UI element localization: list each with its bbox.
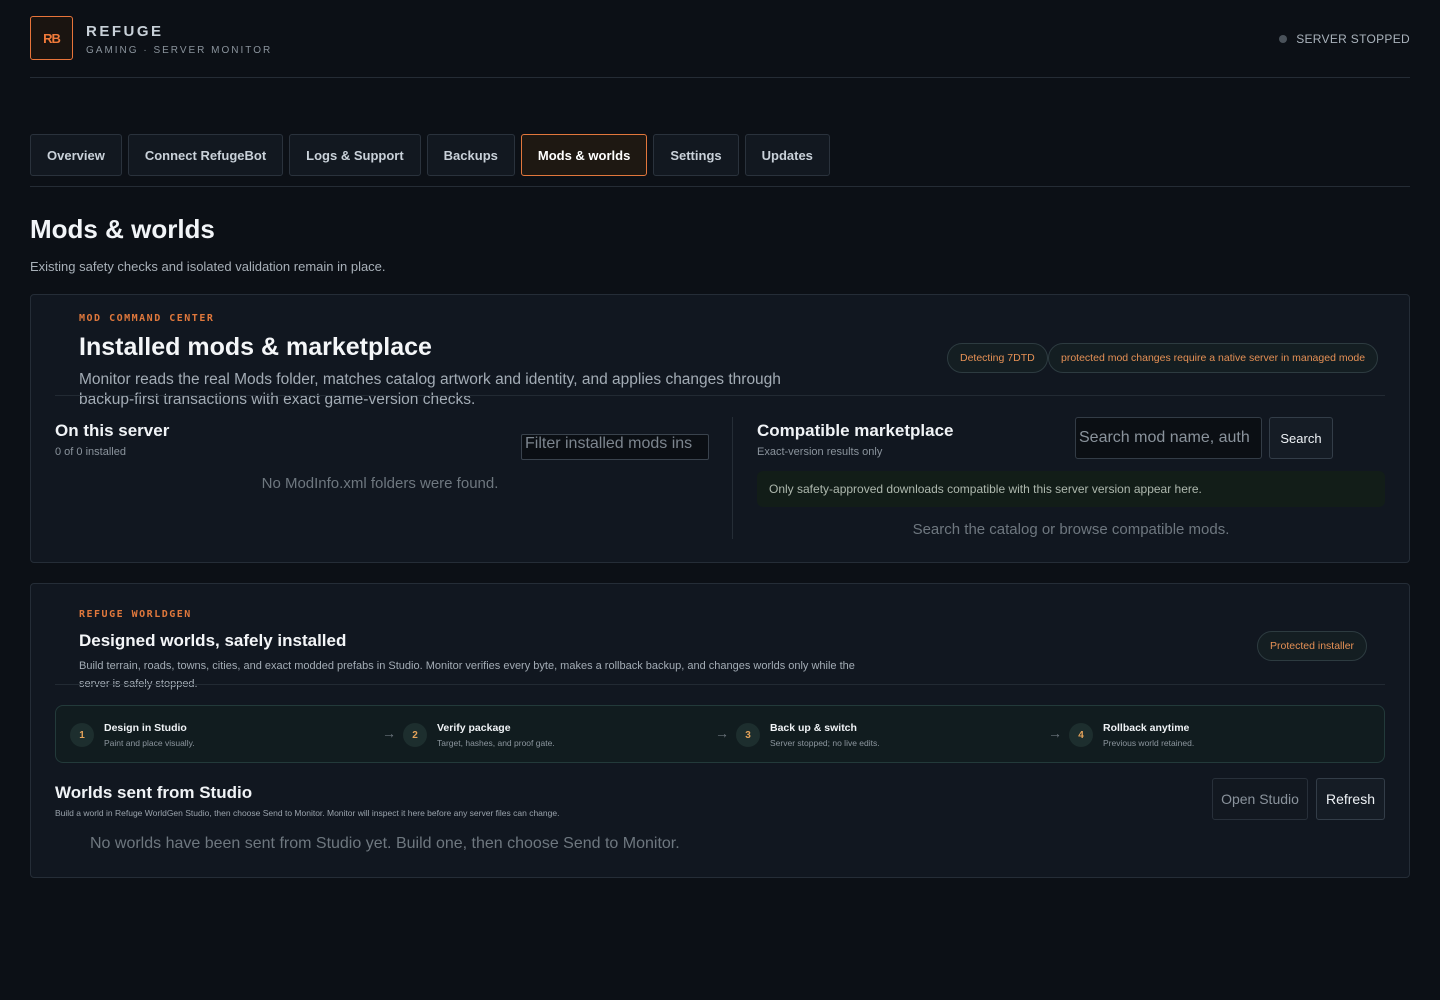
step-design: 1 Design in Studio Paint and place visua… [70,706,195,764]
status-dot-icon [1279,35,1288,43]
arrow-right-icon: → [715,725,729,741]
filter-installed-input[interactable]: Filter installed mods ins [521,434,709,460]
step-title: Rollback anytime [1103,722,1190,734]
worldgen-card: REFUGE WORLDGEN Designed worlds, safely … [30,583,1410,878]
worldgen-eyebrow: REFUGE WORLDGEN [79,609,192,620]
marketplace-notice: Only safety-approved downloads compatibl… [757,471,1385,507]
protected-changes-pill: protected mod changes require a native s… [1048,343,1379,373]
detect-game-pill: Detecting 7DTD [947,343,1048,373]
brand-title: REFUGE [86,23,164,40]
tab-updates[interactable]: Updates [744,134,830,176]
tab-settings[interactable]: Settings [653,134,739,176]
worlds-title: Worlds sent from Studio [55,783,253,802]
mods-divider [55,395,1385,396]
step-number: 4 [1069,723,1093,747]
installed-count: 0 of 0 installed [55,446,126,458]
open-studio-button[interactable]: Open Studio [1212,778,1308,820]
installed-title: On this server [55,421,170,440]
step-rollback: 4 Rollback anytime Previous world retain… [1069,706,1194,764]
mods-eyebrow: MOD COMMAND CENTER [79,313,215,324]
step-backup: 3 Back up & switch Server stopped; no li… [736,706,880,764]
worldgen-divider [55,684,1385,685]
logo: RB [30,16,73,60]
step-number: 3 [736,723,760,747]
marketplace-empty: Search the catalog or browse compatible … [912,521,1230,538]
tab-backups[interactable]: Backups [426,134,515,176]
marketplace-subtitle: Exact-version results only [757,446,883,458]
page-subtitle: Existing safety checks and isolated vali… [30,259,386,274]
step-subtitle: Server stopped; no live edits. [770,738,880,748]
app-header: RB REFUGE GAMING · SERVER MONITOR SERVER… [30,16,1410,78]
status-text: SERVER STOPPED [1296,32,1410,46]
step-number: 2 [403,723,427,747]
tab-overview[interactable]: Overview [30,134,122,176]
arrow-right-icon: → [382,725,396,741]
mod-command-center-card: MOD COMMAND CENTER Installed mods & mark… [30,294,1410,563]
marketplace-title: Compatible marketplace [757,421,954,440]
tab-mods-worlds[interactable]: Mods & worlds [520,134,648,176]
tab-logs-support[interactable]: Logs & Support [289,134,421,176]
brand-subtitle: GAMING · SERVER MONITOR [86,45,273,56]
worlds-empty: No worlds have been sent from Studio yet… [90,835,680,852]
worldgen-description: Build terrain, roads, towns, cities, and… [79,660,855,690]
search-button[interactable]: Search [1269,417,1333,459]
tab-connect-refugebot[interactable]: Connect RefugeBot [127,134,284,176]
step-number: 1 [70,723,94,747]
tab-bar: Overview Connect RefugeBot Logs & Suppor… [30,134,1410,187]
step-subtitle: Target, hashes, and proof gate. [437,738,555,748]
step-verify: 2 Verify package Target, hashes, and pro… [403,706,555,764]
step-title: Verify package [437,722,511,734]
worldgen-title: Designed worlds, safely installed [79,631,347,650]
search-mod-input[interactable]: Search mod name, auth [1075,417,1262,459]
step-title: Back up & switch [770,722,857,734]
mods-description: Monitor reads the real Mods folder, matc… [79,371,781,409]
column-divider [732,417,733,539]
install-steps: 1 Design in Studio Paint and place visua… [55,705,1385,763]
server-status: SERVER STOPPED [1279,32,1410,46]
refresh-button[interactable]: Refresh [1316,778,1385,820]
protected-installer-pill: Protected installer [1257,631,1368,661]
mods-title: Installed mods & marketplace [79,333,432,361]
step-subtitle: Paint and place visually. [104,738,195,748]
page-title: Mods & worlds [30,214,215,244]
installed-empty: No ModInfo.xml folders were found. [261,475,499,492]
worlds-subtitle: Build a world in Refuge WorldGen Studio,… [55,808,560,818]
step-title: Design in Studio [104,722,187,734]
arrow-right-icon: → [1048,725,1062,741]
step-subtitle: Previous world retained. [1103,738,1195,748]
